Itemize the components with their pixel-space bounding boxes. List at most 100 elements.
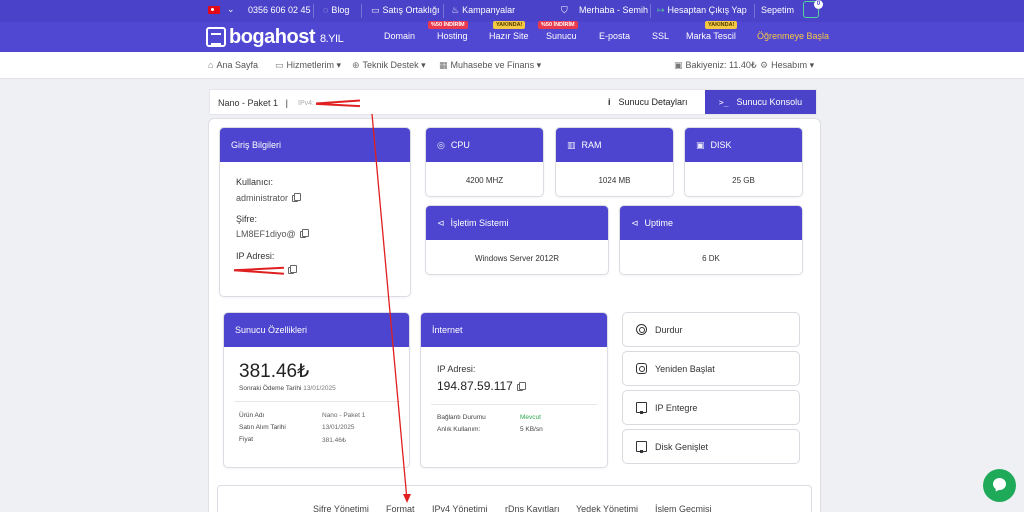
chat-bubble-icon[interactable] — [983, 469, 1016, 502]
copy-icon[interactable] — [516, 382, 526, 391]
subnav-accounting[interactable]: ▦ Muhasebe ve Finans ▾ — [439, 60, 541, 71]
chevron-down-icon[interactable]: ⌄ — [227, 4, 235, 15]
blog-link[interactable]: ◌ Blog — [323, 5, 349, 15]
divider — [443, 4, 444, 18]
gear-icon: ⚙ — [760, 60, 769, 70]
nav-ssl[interactable]: SSL — [652, 31, 669, 41]
hard-drive-icon: ▣ — [696, 139, 705, 150]
price-value: 381.46₺ — [239, 361, 310, 382]
disk-title: ▣ DISK — [685, 128, 802, 162]
subnav-support[interactable]: ⊕ Teknik Destek ▾ — [352, 60, 426, 71]
affiliate-link[interactable]: ▭ Satış Ortaklığı — [371, 5, 440, 16]
campaigns-link[interactable]: ♨ Kampanyalar — [451, 5, 515, 16]
cpu-title: ◎ CPU — [426, 128, 543, 162]
site-logo[interactable]: bogahost 8.YIL — [206, 25, 344, 49]
server-details-button[interactable]: i Sunucu Detayları — [608, 97, 688, 107]
internet-ip-value[interactable]: 194.87.59.117 — [437, 379, 526, 393]
disk-value: 25 GB — [732, 176, 755, 185]
server-name: Nano - Paket 1 | — [218, 98, 288, 108]
tab-history[interactable]: İşlem Geçmişi — [655, 504, 712, 512]
password-value[interactable]: LM8EF1diyo@ — [236, 229, 309, 239]
internet-title: İnternet — [421, 313, 607, 347]
nav-email[interactable]: E-posta — [599, 31, 630, 41]
uptime-icon: ⊲ — [631, 217, 639, 228]
server-features-title: Sunucu Özellikleri — [224, 313, 409, 347]
tab-password-management[interactable]: Şifre Yönetimi — [313, 504, 369, 512]
os-icon: ⊲ — [437, 217, 445, 228]
divider — [361, 4, 362, 18]
ram-card: ▥ RAM 1024 MB — [555, 127, 674, 197]
tab-ipv4-management[interactable]: IPv4 Yönetimi — [432, 504, 487, 512]
restart-button[interactable]: Yeniden Başlat — [622, 351, 800, 386]
disk-card: ▣ DISK 25 GB — [684, 127, 803, 197]
cpu-value: 4200 MHZ — [465, 176, 504, 185]
uptime-card: ⊲ Uptime 6 DK — [619, 205, 803, 275]
info-icon: i — [608, 97, 611, 107]
username-value[interactable]: administrator — [236, 193, 302, 203]
copy-icon[interactable] — [288, 265, 297, 274]
cart-link[interactable]: Sepetim — [761, 5, 794, 15]
main-navbar: bogahost 8.YIL Domain %50 İNDİRİM Hostin… — [0, 21, 1024, 52]
stop-icon — [636, 324, 647, 335]
stop-button[interactable]: Durdur — [622, 312, 800, 347]
globe-icon: ⊕ — [352, 60, 360, 70]
trademark-soon-badge: YAKINDA! — [705, 21, 738, 29]
ip-address-label: IP Adresi: — [236, 251, 275, 261]
divider — [234, 401, 400, 402]
nav-ready-site[interactable]: Hazır Site — [489, 31, 529, 41]
password-label: Şifre: — [236, 214, 258, 224]
monitor-icon — [636, 402, 647, 414]
cart-count-badge: 0 — [814, 0, 823, 9]
copy-icon[interactable] — [292, 193, 302, 202]
ip-integrate-button[interactable]: IP Entegre — [622, 390, 800, 425]
purchase-date-value: 13/01/2025 — [322, 424, 355, 431]
folder-icon: ▭ — [275, 60, 284, 70]
disk-expand-button[interactable]: Disk Genişlet — [622, 429, 800, 464]
logo-icon — [206, 27, 226, 47]
subnav-balance[interactable]: ▣ Bakiyeniz: 11.40₺ — [674, 60, 757, 71]
copy-icon[interactable] — [299, 229, 309, 238]
subnav-services[interactable]: ▭ Hizmetlerim ▾ — [275, 60, 341, 71]
nav-hosting[interactable]: Hosting — [437, 31, 468, 41]
server-console-button[interactable]: >_ Sunucu Konsolu — [705, 90, 816, 114]
nav-trademark[interactable]: Marka Tescil — [686, 31, 736, 41]
tab-rdns-records[interactable]: rDns Kayıtları — [505, 504, 560, 512]
os-value: Windows Server 2012R — [474, 254, 560, 263]
next-payment: Sonraki Ödeme Tarihi 13/01/2025 — [239, 385, 336, 392]
management-tabs: Şifre Yönetimi Format IPv4 Yönetimi rDns… — [217, 485, 812, 512]
divider — [313, 4, 314, 18]
os-card: ⊲ İşletim Sistemi Windows Server 2012R — [425, 205, 609, 275]
price-row-value: 381.46₺ — [322, 437, 347, 444]
login-info-card: Giriş Bilgileri Kullanıcı: administrator… — [219, 127, 411, 297]
server-header: Nano - Paket 1 | IPv4: i Sunucu Detayları… — [209, 89, 817, 115]
subnav-home[interactable]: ⌂ Ana Sayfa — [208, 60, 258, 70]
internet-ip-label: IP Adresi: — [437, 364, 476, 374]
divider — [650, 4, 651, 18]
current-usage-value: 5 KB/sn — [520, 426, 543, 433]
nav-start-learning[interactable]: Öğrenmeye Başla — [757, 31, 829, 41]
ip-address-value[interactable] — [234, 265, 297, 275]
memory-icon: ▥ — [567, 139, 576, 150]
user-greeting[interactable]: Merhaba - Semih — [579, 5, 648, 15]
tab-backup-management[interactable]: Yedek Yönetimi — [576, 504, 638, 512]
home-icon: ⌂ — [208, 60, 214, 70]
sub-navbar: ⌂ Ana Sayfa ▭ Hizmetlerim ▾ ⊕ Teknik Destek… — [0, 52, 1024, 79]
top-bar: ⌄ 0356 606 02 45 ◌ Blog ▭ Satış Ortaklığı … — [0, 0, 1024, 22]
divider — [431, 404, 597, 405]
restart-icon — [636, 363, 647, 374]
product-name-value: Nano - Paket 1 — [322, 412, 366, 419]
tab-format[interactable]: Format — [386, 504, 415, 512]
subnav-account[interactable]: ⚙ Hesabım ▾ — [760, 60, 814, 71]
wallet-icon: ▣ — [674, 60, 683, 70]
phone-number[interactable]: 0356 606 02 45 — [248, 5, 311, 15]
logout-icon: ↦ — [657, 5, 665, 15]
turkey-flag-icon[interactable] — [208, 6, 220, 14]
cpu-icon: ◎ — [437, 139, 445, 150]
nav-domain[interactable]: Domain — [384, 31, 415, 41]
connection-status-label: Bağlantı Durumu — [437, 414, 486, 421]
redacted-mark — [316, 100, 360, 106]
logout-link[interactable]: ↦ Hesaptan Çıkış Yap — [657, 5, 747, 16]
price-label: Fiyat — [239, 436, 254, 443]
nav-server[interactable]: Sunucu — [546, 31, 577, 41]
cpu-card: ◎ CPU 4200 MHZ — [425, 127, 544, 197]
